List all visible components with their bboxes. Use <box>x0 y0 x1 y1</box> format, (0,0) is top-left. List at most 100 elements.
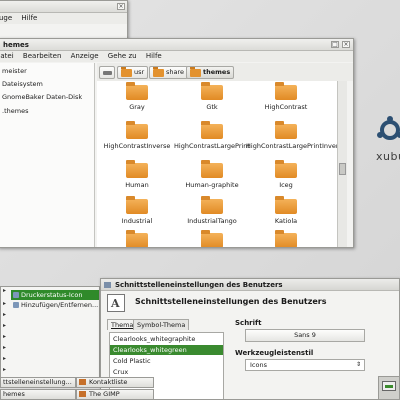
application-menu: ▸ ▸ ▸ ▸ ▸ ▸ ▸ ▸ Druckerstatus-Icon Hinzu… <box>0 286 100 378</box>
folder-item[interactable]: Human <box>97 160 177 189</box>
maximize-icon[interactable]: □ <box>331 41 339 48</box>
path-bar: usr share themes <box>97 63 353 81</box>
folder-icon <box>126 82 148 100</box>
submenu-arrow-icon: ▸ <box>3 287 7 294</box>
drive-icon[interactable] <box>99 66 115 79</box>
submenu-arrow-icon: ▸ <box>3 300 7 307</box>
path-crumb-share[interactable]: share <box>149 66 189 79</box>
folder-icon <box>126 196 148 214</box>
package-icon <box>13 302 19 308</box>
menu-item-add-remove[interactable]: Hinzufügen/Entfernen... <box>11 300 99 310</box>
file-manager-window[interactable]: hemes □ × Datei Bearbeiten Anzeige Gehe … <box>0 38 354 248</box>
taskbar-item-gimp[interactable]: The GIMP <box>76 389 154 400</box>
places-sidebar: meister Dateisystem GnomeBaker Daten-Dis… <box>0 63 95 247</box>
folder-icon <box>126 121 148 139</box>
taskbar-item-settings[interactable]: ttstelleneinstellung... <box>0 377 76 388</box>
menu-help[interactable]: Hilfe <box>146 52 162 60</box>
folder-item[interactable]: Iceg <box>246 160 326 189</box>
gimp-icon <box>79 391 86 397</box>
folder-icon <box>201 196 223 214</box>
folder-icon <box>201 121 223 139</box>
folder-item[interactable]: Human-graphite <box>172 160 252 189</box>
close-icon[interactable]: × <box>117 3 125 10</box>
folder-icon <box>190 67 201 77</box>
menu-view[interactable]: Anzeige <box>71 52 99 60</box>
folder-item[interactable] <box>246 230 326 247</box>
folder-icon <box>126 230 148 247</box>
menu-file[interactable]: Datei <box>0 52 14 60</box>
folder-icon <box>201 230 223 247</box>
taskbar-item-contacts[interactable]: Kontaktliste <box>76 377 154 388</box>
sidebar-item-home[interactable]: meister <box>2 67 27 75</box>
folder-item[interactable]: Industrial <box>97 196 177 225</box>
folder-item[interactable] <box>97 230 177 247</box>
dialog-heading: Schnittstelleneinstellungen des Benutzer… <box>135 297 327 306</box>
list-item[interactable]: Clearlooks_whitegreen <box>110 345 223 355</box>
settings-icon <box>104 282 111 288</box>
dialog-titlebar[interactable]: Schnittstelleneinstellungen des Benutzer… <box>101 279 399 291</box>
xubuntu-logo-icon <box>377 116 400 140</box>
folder-icon <box>275 230 297 247</box>
background-window-titlebar[interactable] <box>0 1 127 13</box>
sidebar-item-gnomebaker[interactable]: GnomeBaker Daten-Disk <box>2 93 82 101</box>
file-grid: Gray Gtk HighContrast HighContrastInvers… <box>97 81 346 247</box>
toolbar-style-select[interactable]: Icons ⇕ <box>245 359 365 371</box>
file-manager-menubar: Datei Bearbeiten Anzeige Gehe zu Hilfe <box>0 51 353 62</box>
folder-icon <box>153 67 164 77</box>
folder-icon <box>201 82 223 100</box>
folder-icon <box>121 67 132 77</box>
submenu-arrow-icon: ▸ <box>3 333 7 340</box>
path-crumb-themes[interactable]: themes <box>186 66 235 79</box>
toolbar-style-value: Icons <box>250 361 267 369</box>
folder-item[interactable]: HighContrastInverse <box>97 121 177 150</box>
folder-item[interactable]: Katiola <box>246 196 326 225</box>
menu-help[interactable]: Hilfe <box>21 14 37 22</box>
folder-item[interactable] <box>172 230 252 247</box>
list-item[interactable]: Clearlooks_whitegraphite <box>110 334 223 344</box>
folder-item[interactable]: HighContrast <box>246 82 326 111</box>
submenu-arrow-icon: ▸ <box>3 355 7 362</box>
taskbar-item-themes[interactable]: hemes <box>0 389 76 400</box>
submenu-arrow-icon: ▸ <box>3 366 7 373</box>
menu-item-printer-status[interactable]: Druckerstatus-Icon <box>11 290 99 300</box>
dialog-title: Schnittstelleneinstellungen des Benutzer… <box>115 281 283 289</box>
font-label: Schrift <box>235 319 262 327</box>
file-manager-titlebar[interactable]: hemes <box>0 39 353 51</box>
folder-icon <box>275 160 297 178</box>
menu-edit[interactable]: Bearbeiten <box>23 52 61 60</box>
vertical-scrollbar[interactable] <box>337 81 347 247</box>
printer-icon <box>13 292 19 298</box>
folder-icon <box>126 160 148 178</box>
system-tray[interactable] <box>378 376 400 400</box>
submenu-arrow-icon: ▸ <box>3 344 7 351</box>
path-crumb-usr[interactable]: usr <box>117 66 149 79</box>
folder-item[interactable]: HighContrastLargePrintInverse <box>246 121 346 150</box>
contacts-icon <box>79 379 86 385</box>
file-manager-title: hemes <box>3 41 29 49</box>
menu-go[interactable]: Gehe zu <box>108 52 137 60</box>
folder-icon <box>201 160 223 178</box>
scrollbar-thumb[interactable] <box>339 163 346 175</box>
background-window-menubar: uge Hilfe <box>0 13 127 24</box>
list-item[interactable]: Crux <box>110 367 223 377</box>
tab-icon-theme[interactable]: Symbol-Thema <box>133 319 190 330</box>
folder-item[interactable]: Gtk <box>172 82 252 111</box>
submenu-arrow-icon: ▸ <box>3 311 7 318</box>
folder-icon <box>275 121 297 139</box>
sidebar-item-themes[interactable]: .themes <box>2 107 28 115</box>
submenu-arrow-icon: ▸ <box>3 322 7 329</box>
folder-item[interactable]: IndustrialTango <box>172 196 252 225</box>
close-icon[interactable]: × <box>342 41 350 48</box>
battery-icon <box>382 381 396 391</box>
font-button[interactable]: Sans 9 <box>245 329 365 342</box>
font-settings-icon <box>107 294 125 312</box>
folder-icon <box>275 82 297 100</box>
folder-item[interactable]: Gray <box>97 82 177 111</box>
brand-text: xubu <box>376 150 400 163</box>
folder-item[interactable]: HighContrastLargePrint <box>172 121 252 150</box>
toolbar-style-label: Werkzeugleistenstil <box>235 349 314 357</box>
background-window[interactable]: × uge Hilfe <box>0 0 128 40</box>
menu-edit[interactable]: uge <box>0 14 12 22</box>
sidebar-item-filesystem[interactable]: Dateisystem <box>2 80 43 88</box>
list-item[interactable]: Cold Plastic <box>110 356 223 366</box>
